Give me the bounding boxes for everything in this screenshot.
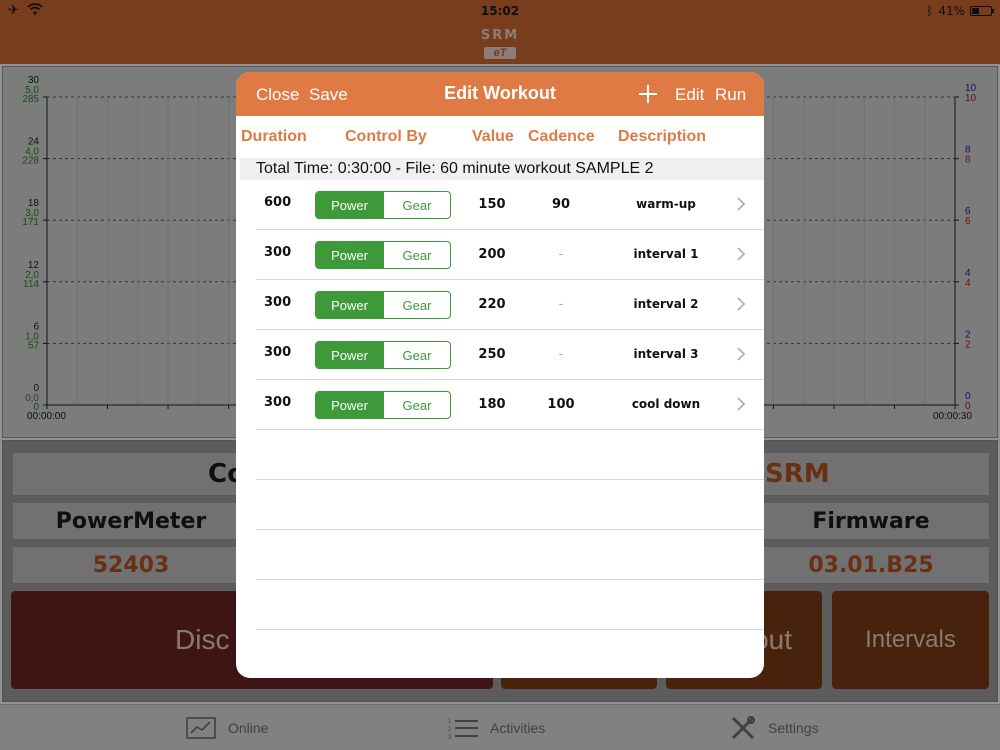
segment-gear[interactable]: Gear [383,392,450,418]
row-value: 200 [478,247,506,262]
control-by-segment: Power Gear [315,391,451,419]
row-cadence: - [558,297,564,312]
segment-gear[interactable]: Gear [383,192,450,218]
control-by-segment: Power Gear [315,191,451,219]
run-button[interactable]: Run [715,85,746,105]
chevron-right-icon [737,247,746,261]
segment-gear[interactable]: Gear [383,292,450,318]
row-description: cool down [631,397,701,411]
segment-power[interactable]: Power [316,292,383,318]
row-description: interval 3 [633,347,699,361]
row-value: 250 [478,347,506,362]
control-by-segment: Power Gear [315,291,451,319]
add-icon[interactable] [638,84,658,104]
row-description: interval 1 [633,247,699,261]
control-by-segment: Power Gear [315,241,451,269]
segment-gear[interactable]: Gear [383,242,450,268]
chevron-right-icon [737,297,746,311]
empty-row [256,480,764,530]
row-cadence: - [558,247,564,262]
row-duration: 300 [264,395,292,410]
workout-row[interactable]: 300 Power Gear 200 - interval 1 [256,230,764,280]
empty-row [256,530,764,580]
row-cadence: 100 [547,397,575,412]
workout-summary: Total Time: 0:30:00 - File: 60 minute wo… [240,158,764,180]
row-duration: 300 [264,245,292,260]
chevron-right-icon [737,197,746,211]
row-value: 150 [478,197,506,212]
workout-row[interactable]: 300 Power Gear 250 - interval 3 [256,330,764,380]
segment-power[interactable]: Power [316,242,383,268]
column-control-by: Control By [345,128,427,145]
control-by-segment: Power Gear [315,341,451,369]
dialog-header: Close Save Edit Workout Edit Run [236,72,764,116]
segment-power[interactable]: Power [316,342,383,368]
workout-row[interactable]: 600 Power Gear 150 90 warm-up [256,180,764,230]
workout-row[interactable]: 300 Power Gear 180 100 cool down [256,380,764,430]
edit-workout-dialog: Close Save Edit Workout Edit Run Duratio… [236,72,764,678]
row-duration: 600 [264,195,292,210]
column-cadence: Cadence [528,128,595,145]
row-value: 220 [478,297,506,312]
row-description: warm-up [636,197,696,211]
segment-power[interactable]: Power [316,192,383,218]
summary-text: Total Time: 0:30:00 - File: 60 minute wo… [256,160,654,177]
edit-button[interactable]: Edit [675,85,704,105]
column-description: Description [618,128,707,145]
column-value: Value [472,128,514,145]
row-cadence: 90 [551,197,571,212]
segment-power[interactable]: Power [316,392,383,418]
segment-gear[interactable]: Gear [383,342,450,368]
row-value: 180 [478,397,506,412]
column-duration: Duration [241,128,307,145]
workout-row[interactable]: 300 Power Gear 220 - interval 2 [256,280,764,330]
chevron-right-icon [737,347,746,361]
empty-row [256,580,764,630]
row-duration: 300 [264,295,292,310]
row-description: interval 2 [633,297,699,311]
row-duration: 300 [264,345,292,360]
chevron-right-icon [737,397,746,411]
row-cadence: - [558,347,564,362]
empty-row [256,430,764,480]
